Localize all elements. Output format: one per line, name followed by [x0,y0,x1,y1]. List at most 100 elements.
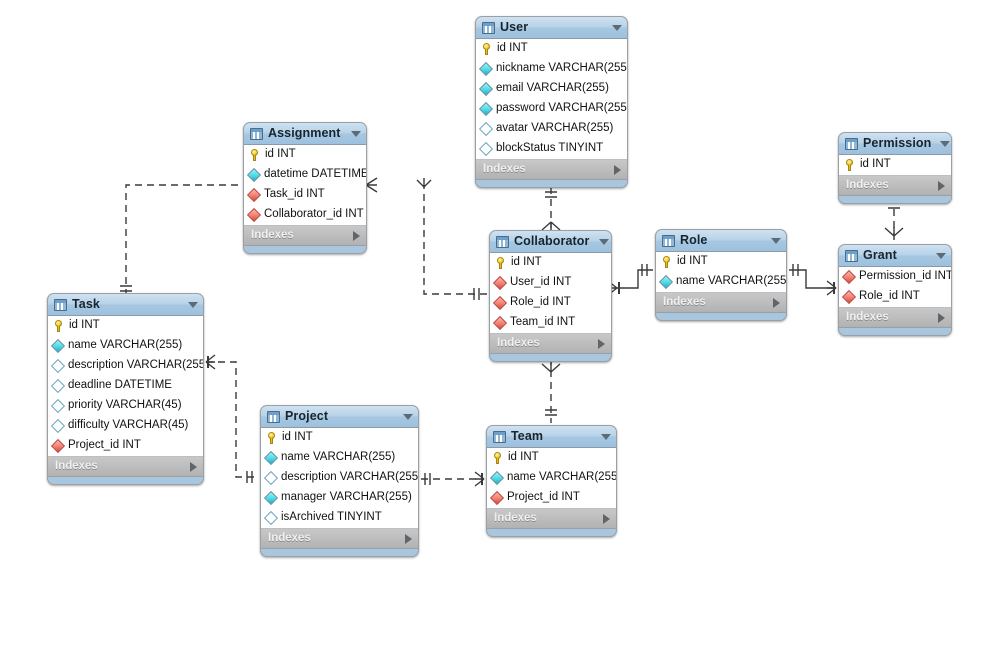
table-user[interactable]: User id INT nickname VARCHAR(255) email VAR… [475,16,628,188]
column-row[interactable]: id INT [490,253,611,273]
chevron-right-icon[interactable] [938,180,945,191]
relationship-project-task [205,354,258,483]
column-row[interactable]: id INT [261,428,418,448]
indexes-label: Indexes [251,228,294,241]
column-row[interactable]: avatar VARCHAR(255) [476,119,627,139]
chevron-down-icon[interactable] [612,24,622,31]
table-header-project[interactable]: Project [261,406,418,428]
column-row[interactable]: Project_id INT [487,488,616,508]
column-row[interactable]: id INT [656,252,786,272]
indexes-row-assignment[interactable]: Indexes [244,226,366,246]
column-row[interactable]: Role_id INT [490,293,611,313]
column-row[interactable]: blockStatus TINYINT [476,139,627,159]
column-label: id INT [497,42,528,55]
chevron-right-icon[interactable] [190,461,197,472]
column-row[interactable]: Role_id INT [839,287,951,307]
column-row[interactable]: isArchived TINYINT [261,508,418,528]
chevron-down-icon[interactable] [351,130,361,137]
column-row[interactable]: Collaborator_id INT [244,205,366,225]
table-header-task[interactable]: Task [48,294,203,316]
column-row[interactable]: Team_id INT [490,313,611,333]
table-header-role[interactable]: Role [656,230,786,252]
diamond-icon [246,207,262,223]
diamond-icon [50,398,66,414]
chevron-down-icon[interactable] [940,140,951,147]
column-row[interactable]: manager VARCHAR(255) [261,488,418,508]
table-grant[interactable]: Grant Permission_id INT Role_id INT Indexes [838,244,952,336]
column-label: priority VARCHAR(45) [68,399,182,412]
column-label: isArchived TINYINT [281,511,382,524]
diamond-icon [263,510,279,526]
table-header-collaborator[interactable]: Collaborator [490,231,611,253]
table-role[interactable]: Role id INT name VARCHAR(255) Indexes [655,229,787,321]
chevron-right-icon[interactable] [773,297,780,308]
diamond-icon [492,275,508,291]
column-row[interactable]: id INT [244,145,366,165]
column-row[interactable]: id INT [48,316,203,336]
table-project[interactable]: Project id INT name VARCHAR(255) descriptio… [260,405,419,557]
column-row[interactable]: password VARCHAR(255) [476,99,627,119]
indexes-row-team[interactable]: Indexes [487,509,616,529]
table-permission[interactable]: Permission id INT Indexes [838,132,952,204]
indexes-row-task[interactable]: Indexes [48,457,203,477]
chevron-right-icon[interactable] [603,513,610,524]
diamond-icon [492,295,508,311]
table-header-team[interactable]: Team [487,426,616,448]
indexes-row-grant[interactable]: Indexes [839,308,951,328]
column-row[interactable]: name VARCHAR(255) [656,272,786,292]
indexes-row-collaborator[interactable]: Indexes [490,334,611,354]
chevron-right-icon[interactable] [598,338,605,349]
table-icon [662,234,675,247]
er-diagram-canvas[interactable]: User id INT nickname VARCHAR(255) email VAR… [0,0,987,662]
column-label: Task_id INT [264,188,325,201]
column-label: blockStatus TINYINT [496,142,604,155]
table-icon [250,127,263,140]
column-row[interactable]: priority VARCHAR(45) [48,396,203,416]
table-header-assignment[interactable]: Assignment [244,123,366,145]
table-columns-team: id INT name VARCHAR(255) Project_id INT [487,448,616,509]
chevron-down-icon[interactable] [601,433,611,440]
table-header-permission[interactable]: Permission [839,133,951,155]
column-row[interactable]: email VARCHAR(255) [476,79,627,99]
indexes-row-role[interactable]: Indexes [656,293,786,313]
column-row[interactable]: id INT [839,155,951,175]
chevron-down-icon[interactable] [403,413,413,420]
table-collaborator[interactable]: Collaborator id INT User_id INT Role_id INT… [489,230,612,362]
column-row[interactable]: User_id INT [490,273,611,293]
column-row[interactable]: Permission_id INT [839,267,951,287]
column-row[interactable]: name VARCHAR(255) [487,468,616,488]
chevron-right-icon[interactable] [405,533,412,544]
chevron-down-icon[interactable] [936,252,946,259]
chevron-right-icon[interactable] [353,230,360,241]
table-assignment[interactable]: Assignment id INT datetime DATETIME Task_id… [243,122,367,254]
column-row[interactable]: name VARCHAR(255) [48,336,203,356]
chevron-down-icon[interactable] [771,237,781,244]
chevron-down-icon[interactable] [188,301,198,308]
chevron-right-icon[interactable] [614,164,621,175]
table-header-grant[interactable]: Grant [839,245,951,267]
column-row[interactable]: name VARCHAR(255) [261,448,418,468]
column-row[interactable]: Task_id INT [244,185,366,205]
column-row[interactable]: id INT [476,39,627,59]
table-header-user[interactable]: User [476,17,627,39]
indexes-row-project[interactable]: Indexes [261,529,418,549]
column-row[interactable]: deadline DATETIME [48,376,203,396]
column-row[interactable]: Project_id INT [48,436,203,456]
key-icon [844,159,855,171]
column-row[interactable]: id INT [487,448,616,468]
indexes-row-permission[interactable]: Indexes [839,176,951,196]
chevron-down-icon[interactable] [598,238,609,245]
indexes-row-user[interactable]: Indexes [476,160,627,180]
chevron-right-icon[interactable] [938,312,945,323]
table-task[interactable]: Task id INT name VARCHAR(255) description V… [47,293,204,485]
column-label: difficulty VARCHAR(45) [68,419,189,432]
table-columns-user: id INT nickname VARCHAR(255) email VARCHAR… [476,39,627,160]
column-row[interactable]: description VARCHAR(255) [261,468,418,488]
column-label: Project_id INT [68,439,141,452]
column-row[interactable]: description VARCHAR(255) [48,356,203,376]
table-team[interactable]: Team id INT name VARCHAR(255) Project_id IN… [486,425,617,537]
key-icon [249,149,260,161]
column-row[interactable]: nickname VARCHAR(255) [476,59,627,79]
column-row[interactable]: datetime DATETIME [244,165,366,185]
column-row[interactable]: difficulty VARCHAR(45) [48,416,203,436]
